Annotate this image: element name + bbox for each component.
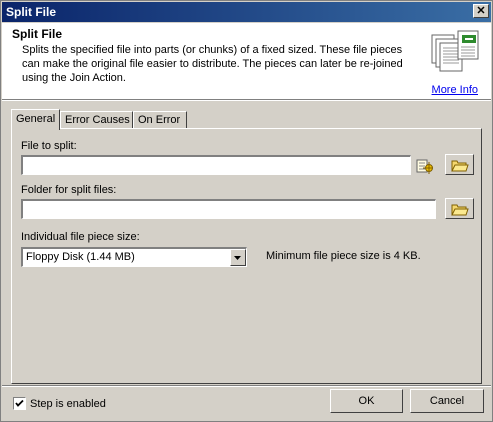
- cancel-button-label: Cancel: [429, 395, 465, 407]
- footer-divider: [2, 385, 491, 387]
- tab-on-error[interactable]: On Error: [133, 111, 187, 129]
- checkmark-icon: [15, 399, 24, 407]
- file-to-split-label: File to split:: [21, 140, 77, 152]
- header-description: Splits the specified file into parts (or…: [22, 44, 403, 84]
- folder-icon: [450, 204, 469, 215]
- dropdown-button[interactable]: [230, 249, 246, 266]
- close-button[interactable]: ✕: [473, 4, 489, 18]
- browse-folder-button[interactable]: [445, 198, 474, 219]
- variable-picker-icon[interactable]: [416, 157, 434, 175]
- ok-button[interactable]: OK: [330, 389, 403, 413]
- piece-size-value: Floppy Disk (1.44 MB): [26, 251, 135, 263]
- browse-file-button[interactable]: [445, 154, 474, 175]
- tab-error-causes-label: Error Causes: [65, 114, 130, 126]
- tab-on-error-label: On Error: [138, 114, 181, 126]
- header-title: Split File: [12, 27, 63, 41]
- split-folder-input[interactable]: [21, 199, 436, 219]
- header-panel: Split File Splits the specified file int…: [2, 23, 491, 99]
- minimum-size-note: Minimum file piece size is 4 KB.: [266, 250, 421, 262]
- close-icon: ✕: [476, 5, 486, 17]
- step-enabled-checkbox[interactable]: [13, 397, 26, 410]
- folder-icon: [450, 160, 469, 171]
- tab-general-label: General: [16, 113, 56, 125]
- ok-button-label: OK: [358, 395, 375, 407]
- title-bar[interactable]: Split File ✕: [2, 2, 491, 22]
- chevron-down-icon: [234, 256, 241, 260]
- window-title: Split File: [6, 5, 57, 19]
- piece-size-label: Individual file piece size:: [21, 231, 140, 243]
- split-file-dialog: Split File ✕ Split File Splits the speci…: [0, 0, 493, 422]
- file-to-split-input[interactable]: [21, 155, 411, 175]
- piece-size-select[interactable]: Floppy Disk (1.44 MB): [21, 247, 247, 267]
- general-tab-panel: File to split: Folder for split files: I…: [11, 128, 482, 384]
- tab-error-causes[interactable]: Error Causes: [60, 111, 133, 129]
- cancel-button[interactable]: Cancel: [410, 389, 484, 413]
- document-pages-icon: [431, 30, 479, 72]
- folder-label: Folder for split files:: [21, 184, 117, 196]
- step-enabled-label: Step is enabled: [30, 398, 106, 410]
- more-info-link[interactable]: More Info: [432, 84, 478, 96]
- header-divider: [2, 99, 491, 101]
- tab-general[interactable]: General: [11, 109, 60, 130]
